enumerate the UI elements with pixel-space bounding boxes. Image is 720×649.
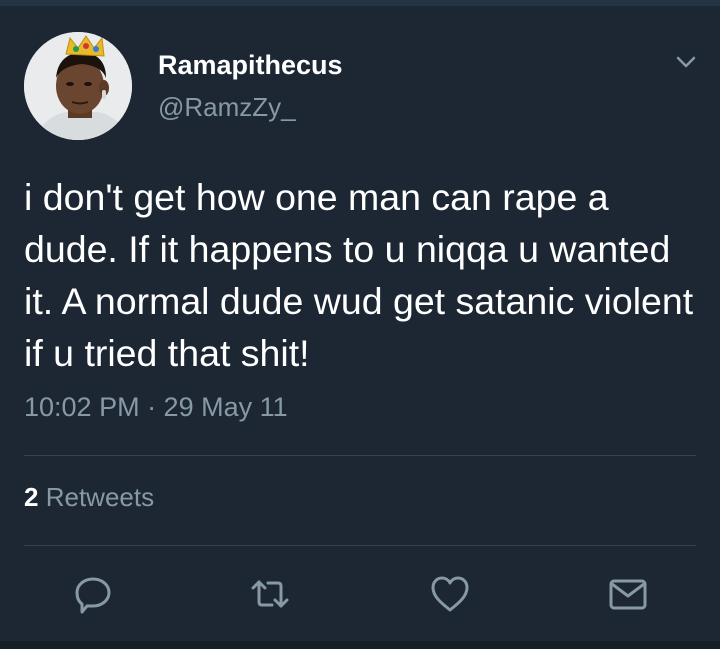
chevron-down-icon [676, 56, 696, 68]
avatar-image [24, 32, 132, 140]
direct-message-button[interactable] [606, 572, 650, 616]
like-button[interactable] [428, 572, 472, 616]
divider [24, 545, 696, 546]
top-edge [0, 0, 720, 6]
divider [24, 455, 696, 456]
tweet-menu-button[interactable] [670, 50, 702, 74]
timestamp[interactable]: 10:02 PM · 29 May 11 [24, 392, 288, 423]
retweet-icon [251, 580, 289, 608]
envelope-icon [609, 579, 647, 610]
bottom-edge [0, 641, 720, 649]
reply-button[interactable] [71, 572, 115, 616]
retweet-count-link[interactable]: 2 Retweets [24, 482, 154, 513]
reply-icon [75, 577, 111, 614]
user-handle[interactable]: @RamzZy_ [158, 92, 296, 123]
tweet-text: i don't get how one man can rape a dude.… [24, 176, 694, 374]
display-name[interactable]: Ramapithecus [158, 50, 343, 81]
retweet-button[interactable] [248, 572, 292, 616]
retweet-count: 2 [24, 482, 39, 512]
heart-icon [431, 576, 469, 612]
retweet-label: Retweets [45, 482, 155, 512]
avatar[interactable] [24, 32, 132, 140]
